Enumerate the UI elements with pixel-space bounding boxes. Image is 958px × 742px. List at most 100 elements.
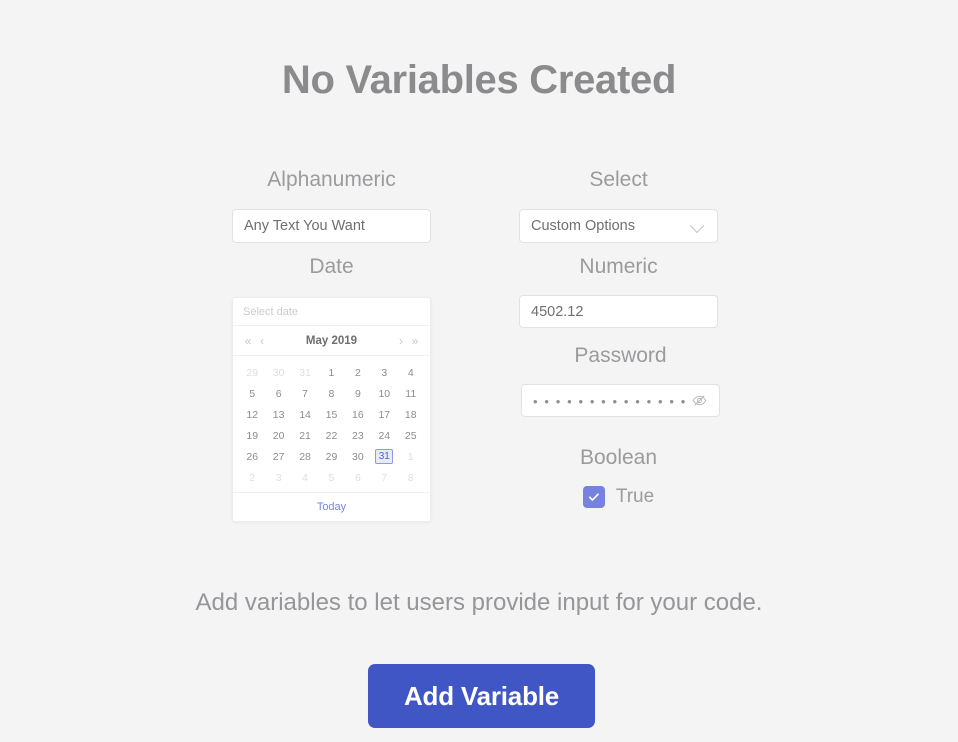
calendar-day[interactable]: 8	[398, 467, 424, 488]
calendar-week-row: 2 3 4 5 6 7 8	[239, 467, 424, 488]
calendar-day-number: 8	[328, 387, 335, 400]
calendar-day[interactable]: 6	[345, 467, 371, 488]
alphanumeric-label: Alphanumeric	[267, 168, 396, 191]
calendar-day-number: 14	[299, 408, 311, 421]
calendar-day[interactable]: 18	[398, 404, 424, 425]
select-label: Select	[589, 168, 648, 191]
calendar-day[interactable]: 20	[265, 425, 291, 446]
calendar-day-number: 4	[407, 366, 414, 379]
field-boolean: Boolean True	[519, 446, 718, 508]
variables-empty-state-page: No Variables Created Alphanumeric Any Te…	[0, 0, 958, 742]
numeric-value: 4502.12	[531, 303, 584, 320]
password-input[interactable]: • • • • • • • • • • • • • •	[521, 384, 720, 417]
calendar-day[interactable]: 17	[371, 404, 397, 425]
next-year-button[interactable]: »	[408, 335, 422, 347]
calendar-day[interactable]: 12	[239, 404, 265, 425]
next-month-button[interactable]: ›	[394, 335, 408, 347]
date-picker-placeholder: Select date	[243, 305, 299, 318]
calendar-day[interactable]: 27	[265, 446, 291, 467]
field-password: Password • • • • • • • • • • • • • •	[521, 344, 720, 417]
calendar-day-number: 9	[354, 387, 361, 400]
calendar-day[interactable]: 6	[265, 383, 291, 404]
calendar-day[interactable]: 15	[318, 404, 344, 425]
calendar-day[interactable]: 29	[239, 362, 265, 383]
calendar-day[interactable]: 22	[318, 425, 344, 446]
calendar-day-number: 10	[378, 387, 391, 400]
calendar-day[interactable]: 1	[318, 362, 344, 383]
calendar-day[interactable]: 14	[292, 404, 318, 425]
calendar-day-number: 2	[249, 471, 256, 484]
calendar-day[interactable]: 11	[398, 383, 424, 404]
page-title: No Variables Created	[281, 58, 677, 102]
prev-month-button[interactable]: ‹	[255, 335, 269, 347]
numeric-label: Numeric	[579, 255, 658, 278]
calendar-day-number: 8	[407, 471, 414, 484]
calendar-grid: 29 30 31 1 2 3 4 5 6 7 8 9 10 11 12 13 14 15 16 17 18 19 20 21 2…	[233, 356, 430, 492]
calendar-day[interactable]: 25	[398, 425, 424, 446]
calendar-today-link[interactable]: Today	[233, 492, 430, 521]
eye-slash-icon[interactable]	[691, 392, 708, 409]
calendar-day[interactable]: 5	[239, 383, 265, 404]
calendar-day[interactable]: 9	[345, 383, 371, 404]
calendar-day[interactable]: 8	[318, 383, 344, 404]
calendar-week-row: 29 30 31 1 2 3 4	[239, 362, 424, 383]
chevron-down-icon	[691, 220, 704, 233]
calendar-day-number: 19	[246, 429, 259, 442]
calendar-day-number: 1	[328, 366, 335, 379]
calendar-day-number: 31	[375, 449, 394, 464]
calendar-day[interactable]: 7	[371, 467, 397, 488]
calendar-day-number: 31	[299, 366, 311, 379]
alphanumeric-input[interactable]: Any Text You Want	[232, 209, 431, 243]
calendar-day[interactable]: 5	[318, 467, 344, 488]
alphanumeric-value: Any Text You Want	[244, 218, 365, 234]
calendar-day[interactable]: 1	[398, 446, 424, 467]
field-select: Select Custom Options	[519, 168, 718, 243]
calendar-day-number: 24	[378, 429, 391, 442]
date-label: Date	[309, 255, 354, 278]
calendar-day[interactable]: 21	[292, 425, 318, 446]
password-masked-value: • • • • • • • • • • • • • •	[533, 393, 687, 409]
calendar-day[interactable]: 4	[398, 362, 424, 383]
calendar-day[interactable]: 3	[265, 467, 291, 488]
prev-year-button[interactable]: «	[241, 335, 255, 347]
calendar-day-number: 12	[246, 408, 259, 421]
calendar-day[interactable]: 16	[345, 404, 371, 425]
calendar-day[interactable]: 3	[371, 362, 397, 383]
field-date: Date Select date « ‹ May 2019 › » 29 30 31…	[232, 255, 431, 522]
calendar-day-number: 7	[381, 471, 388, 484]
calendar-day-number: 3	[381, 366, 388, 379]
calendar-day[interactable]: 30	[345, 446, 371, 467]
calendar-day-selected[interactable]: 31	[371, 446, 397, 467]
calendar-day-number: 15	[325, 408, 338, 421]
calendar-week-row: 26 27 28 29 30 31 1	[239, 446, 424, 467]
numeric-input[interactable]: 4502.12	[519, 295, 718, 328]
password-label: Password	[574, 344, 667, 367]
calendar-day-number: 1	[407, 450, 414, 463]
calendar-day[interactable]: 10	[371, 383, 397, 404]
calendar-day-number: 30	[352, 450, 364, 463]
calendar-day[interactable]: 28	[292, 446, 318, 467]
calendar-day-number: 4	[302, 471, 308, 484]
calendar-day[interactable]: 2	[239, 467, 265, 488]
calendar-day[interactable]: 7	[292, 383, 318, 404]
calendar-day[interactable]: 19	[239, 425, 265, 446]
add-variable-button[interactable]: Add Variable	[368, 664, 595, 728]
calendar-day-number: 26	[246, 450, 259, 463]
calendar-day[interactable]: 30	[265, 362, 291, 383]
calendar-day-number: 28	[299, 450, 311, 463]
calendar-day-number: 22	[325, 429, 338, 442]
calendar-day[interactable]: 24	[371, 425, 397, 446]
calendar-day[interactable]: 26	[239, 446, 265, 467]
calendar-day[interactable]: 31	[292, 362, 318, 383]
calendar-day-number: 29	[246, 366, 259, 379]
calendar-day-number: 29	[325, 450, 338, 463]
calendar-day[interactable]: 13	[265, 404, 291, 425]
boolean-checkbox[interactable]	[582, 486, 605, 508]
calendar-day[interactable]: 2	[345, 362, 371, 383]
calendar-day[interactable]: 23	[345, 425, 371, 446]
calendar-day[interactable]: 4	[292, 467, 318, 488]
calendar-week-row: 12 13 14 15 16 17 18	[239, 404, 424, 425]
calendar-day[interactable]: 29	[318, 446, 344, 467]
date-picker-input[interactable]: Select date	[233, 298, 430, 326]
select-dropdown[interactable]: Custom Options	[519, 209, 718, 243]
